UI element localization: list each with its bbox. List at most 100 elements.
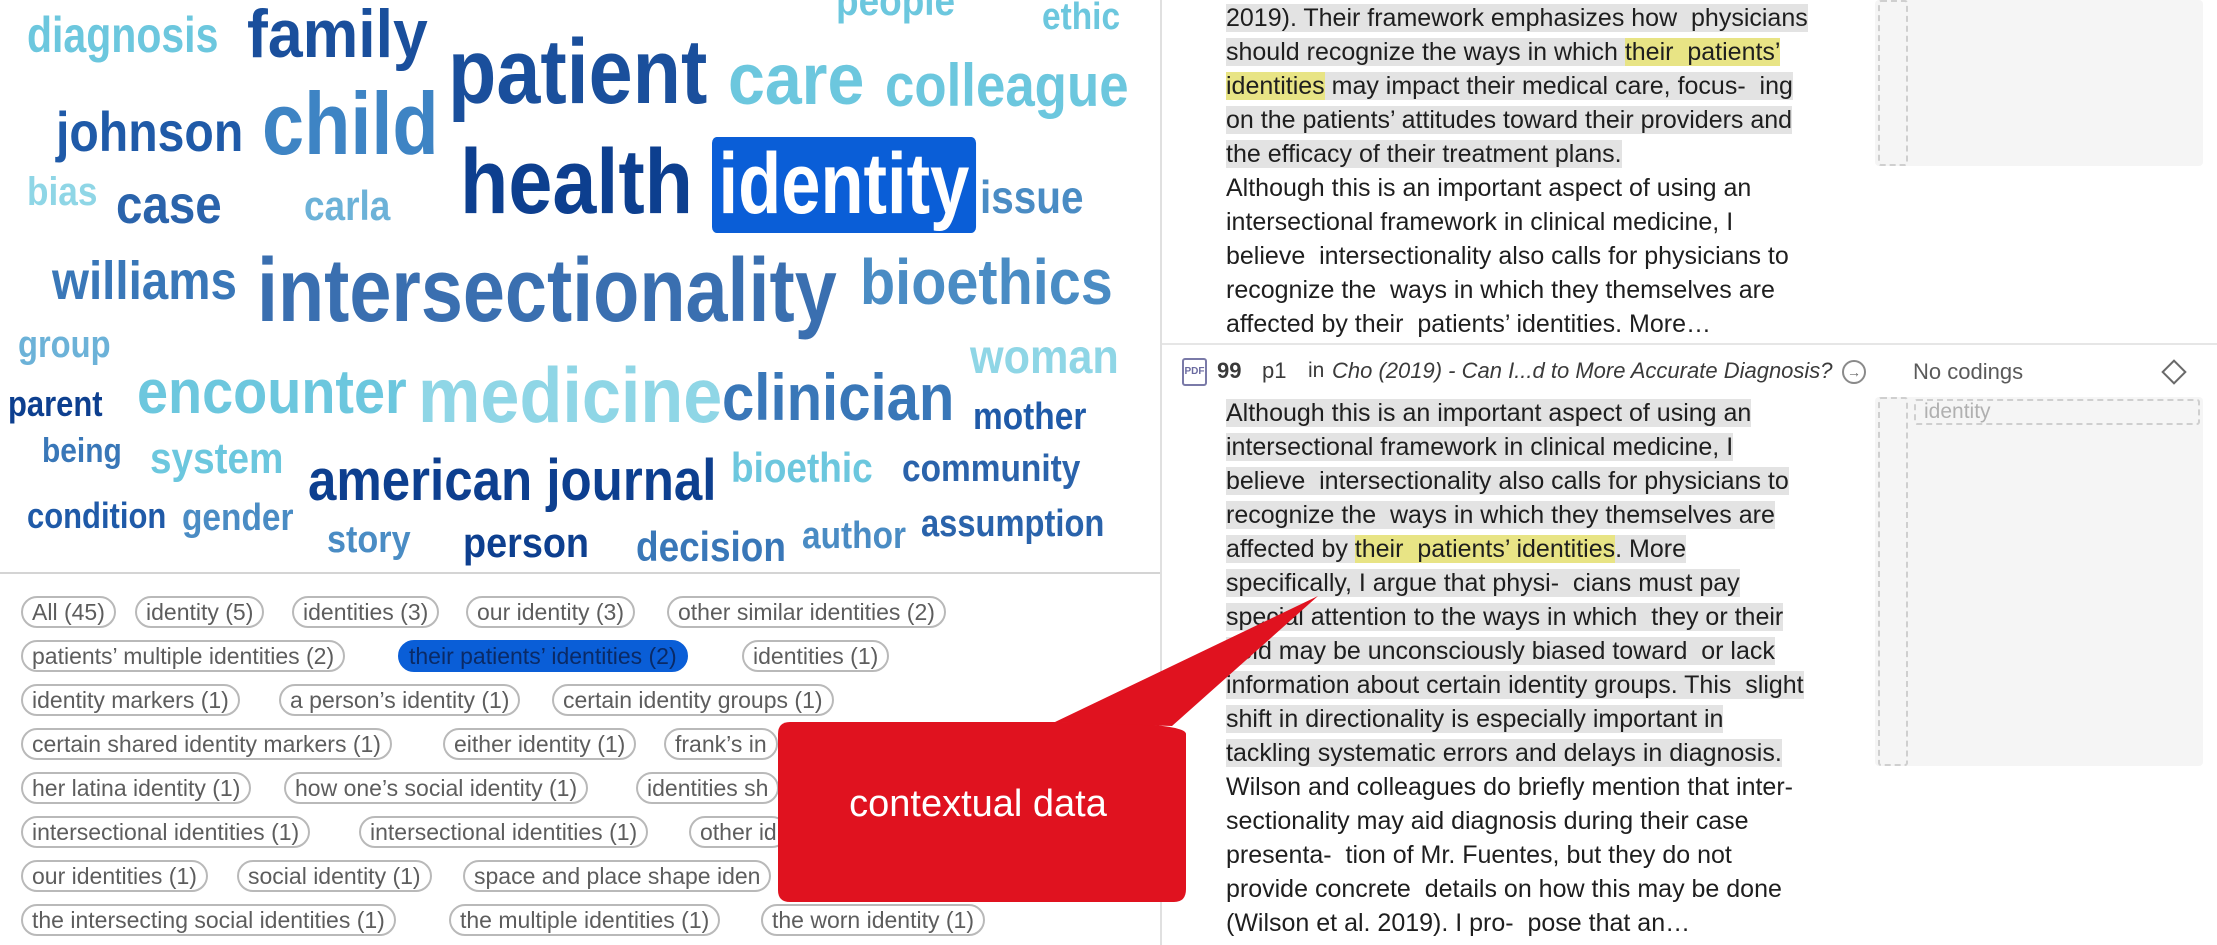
text-line: intersectional framework in clinical med… <box>1226 430 1804 464</box>
cloud-word[interactable]: being <box>42 434 122 468</box>
context-text: intersectional framework in clinical med… <box>1226 433 1734 461</box>
codings-column-bottom <box>1875 397 2203 766</box>
context-text: believe intersectionality also calls for… <box>1226 467 1789 495</box>
keyword-chip[interactable]: the worn identity (1) <box>761 904 985 936</box>
callout-label: contextual data <box>849 783 1107 825</box>
keyword-highlight: identities <box>1226 72 1325 100</box>
keyword-chip[interactable]: identity (5) <box>135 596 265 628</box>
cloud-word[interactable]: williams <box>52 254 237 308</box>
cloud-word-selected[interactable]: identity <box>712 137 976 233</box>
coding-rail-bottom <box>1878 397 1908 766</box>
keyword-chip[interactable]: her latina identity (1) <box>21 772 252 804</box>
keyword-chip[interactable]: intersectional identities (1) <box>21 816 311 848</box>
code-diamond-icon[interactable] <box>2161 359 2187 385</box>
cloud-word[interactable]: case <box>116 178 222 232</box>
cloud-word[interactable]: child <box>262 80 439 168</box>
text-line: field may be unconsciously biased toward… <box>1226 634 1804 668</box>
context-text: the efficacy of their treatment plans. <box>1226 140 1622 168</box>
keyword-chip[interactable]: space and place shape iden <box>463 860 772 892</box>
cloud-word[interactable]: carla <box>304 185 390 227</box>
more-link[interactable]: More… <box>1629 310 1711 338</box>
keyword-chip[interactable]: patients’ multiple identities (2) <box>21 640 346 672</box>
keyword-chip[interactable]: the multiple identities (1) <box>449 904 721 936</box>
keyword-chip[interactable]: certain identity groups (1) <box>552 684 834 716</box>
context-text: shift in directionality is especially im… <box>1226 705 1724 733</box>
cloud-word[interactable]: people <box>836 0 955 22</box>
keyword-chip-list: All (45) identity (5) identities (3) our id… <box>0 574 1160 945</box>
plain-text: presenta- tion of Mr. Fuentes, but they … <box>1226 841 1732 869</box>
cloud-word[interactable]: colleague <box>885 56 1129 116</box>
keyword-chip[interactable]: our identity (3) <box>466 596 636 628</box>
cloud-word[interactable]: johnson <box>56 104 243 160</box>
keyword-chip[interactable]: other similar identities (2) <box>667 596 946 628</box>
cloud-word[interactable]: diagnosis <box>27 10 218 60</box>
document-name-link[interactable]: Cho (2019) - Can I...d to More Accurate … <box>1332 356 1833 386</box>
context-text: should recognize the ways in which <box>1226 38 1625 66</box>
context-text: special attention to the ways in which t… <box>1226 603 1784 631</box>
entry-page: p1 <box>1262 358 1287 383</box>
cloud-word[interactable]: bioethic <box>731 447 873 489</box>
plain-text: Although this is an important aspect of … <box>1226 174 1752 202</box>
context-text: recognize the ways in which they themsel… <box>1226 501 1775 529</box>
cloud-word[interactable]: patient <box>448 26 707 118</box>
cloud-word[interactable]: care <box>728 44 864 116</box>
text-line: recognize the ways in which they themsel… <box>1226 498 1804 532</box>
keyword-chip[interactable]: a person’s identity (1) <box>279 684 521 716</box>
context-text: information about certain identity group… <box>1226 671 1804 699</box>
plain-text: affected by their patients’ identities. <box>1226 310 1630 338</box>
keyword-chip[interactable]: certain shared identity markers (1) <box>21 728 392 760</box>
cloud-word[interactable]: system <box>150 437 283 481</box>
cloud-word[interactable]: community <box>902 450 1080 488</box>
keyword-chip[interactable]: other id <box>689 816 788 848</box>
cloud-word[interactable]: clinician <box>722 364 954 430</box>
coding-rail-top <box>1878 0 1908 166</box>
cloud-word[interactable]: bioethics <box>860 250 1113 314</box>
cloud-word[interactable]: assumption <box>921 505 1104 543</box>
keyword-chip[interactable]: either identity (1) <box>443 728 637 760</box>
keyword-chip[interactable]: intersectional identities (1) <box>359 816 649 848</box>
cloud-word[interactable]: woman <box>970 334 1119 382</box>
go-to-document-icon[interactable]: → <box>1842 360 1866 384</box>
cloud-word[interactable]: condition <box>27 498 166 534</box>
text-line: 2019). Their framework emphasizes how ph… <box>1226 1 1808 35</box>
keyword-chip[interactable]: how one’s social identity (1) <box>284 772 589 804</box>
text-line: special attention to the ways in which t… <box>1226 600 1804 634</box>
text-line: provide concrete details on how this may… <box>1226 872 1804 906</box>
cloud-word[interactable]: health <box>460 136 693 228</box>
keyword-chip[interactable]: identities (3) <box>292 596 440 628</box>
entry-number: 99 <box>1217 358 1242 383</box>
text-line: (Wilson et al. 2019). I pro- pose that a… <box>1226 906 1804 940</box>
cloud-word[interactable]: medicine <box>418 356 722 434</box>
results-pane: 2019). Their framework emphasizes how ph… <box>1162 0 2217 945</box>
text-line: should recognize the ways in which their… <box>1226 35 1808 69</box>
cloud-word[interactable]: issue <box>980 174 1084 220</box>
entry-text-top: 2019). Their framework emphasizes how ph… <box>1226 1 1808 341</box>
plain-text: provide concrete details on how this may… <box>1226 875 1782 903</box>
cloud-word[interactable]: story <box>327 521 411 559</box>
keyword-chip-selected[interactable]: their patients’ identities (2) <box>398 640 688 672</box>
coding-tag-identity[interactable]: identity <box>1914 399 2200 425</box>
cloud-word[interactable]: group <box>18 326 111 364</box>
keyword-chip[interactable]: the intersecting social identities (1) <box>21 904 396 936</box>
cloud-word[interactable]: mother <box>973 398 1086 436</box>
cloud-word[interactable]: author <box>802 517 906 555</box>
cloud-word[interactable]: family <box>247 0 428 68</box>
keyword-chip[interactable]: social identity (1) <box>237 860 432 892</box>
cloud-word[interactable]: intersectionality <box>257 246 837 336</box>
cloud-word[interactable]: encounter <box>137 362 407 424</box>
entry-text-bottom: Although this is an important aspect of … <box>1226 396 1804 940</box>
keyword-chip[interactable]: identities sh <box>636 772 780 804</box>
cloud-word[interactable]: person <box>463 522 589 564</box>
plain-text: believe intersectionality also calls for… <box>1226 242 1789 270</box>
keyword-chip[interactable]: frank’s in <box>664 728 778 760</box>
cloud-word[interactable]: bias <box>27 172 97 212</box>
keyword-chip[interactable]: identities (1) <box>742 640 890 672</box>
cloud-word[interactable]: parent <box>8 386 103 422</box>
keyword-chip[interactable]: our identities (1) <box>21 860 208 892</box>
cloud-word[interactable]: ethic <box>1042 0 1120 36</box>
keyword-chip[interactable]: identity markers (1) <box>21 684 240 716</box>
cloud-word[interactable]: decision <box>636 526 786 568</box>
keyword-chip[interactable]: All (45) <box>21 596 116 628</box>
cloud-word[interactable]: gender <box>182 499 293 537</box>
cloud-word[interactable]: american journal <box>308 452 716 510</box>
